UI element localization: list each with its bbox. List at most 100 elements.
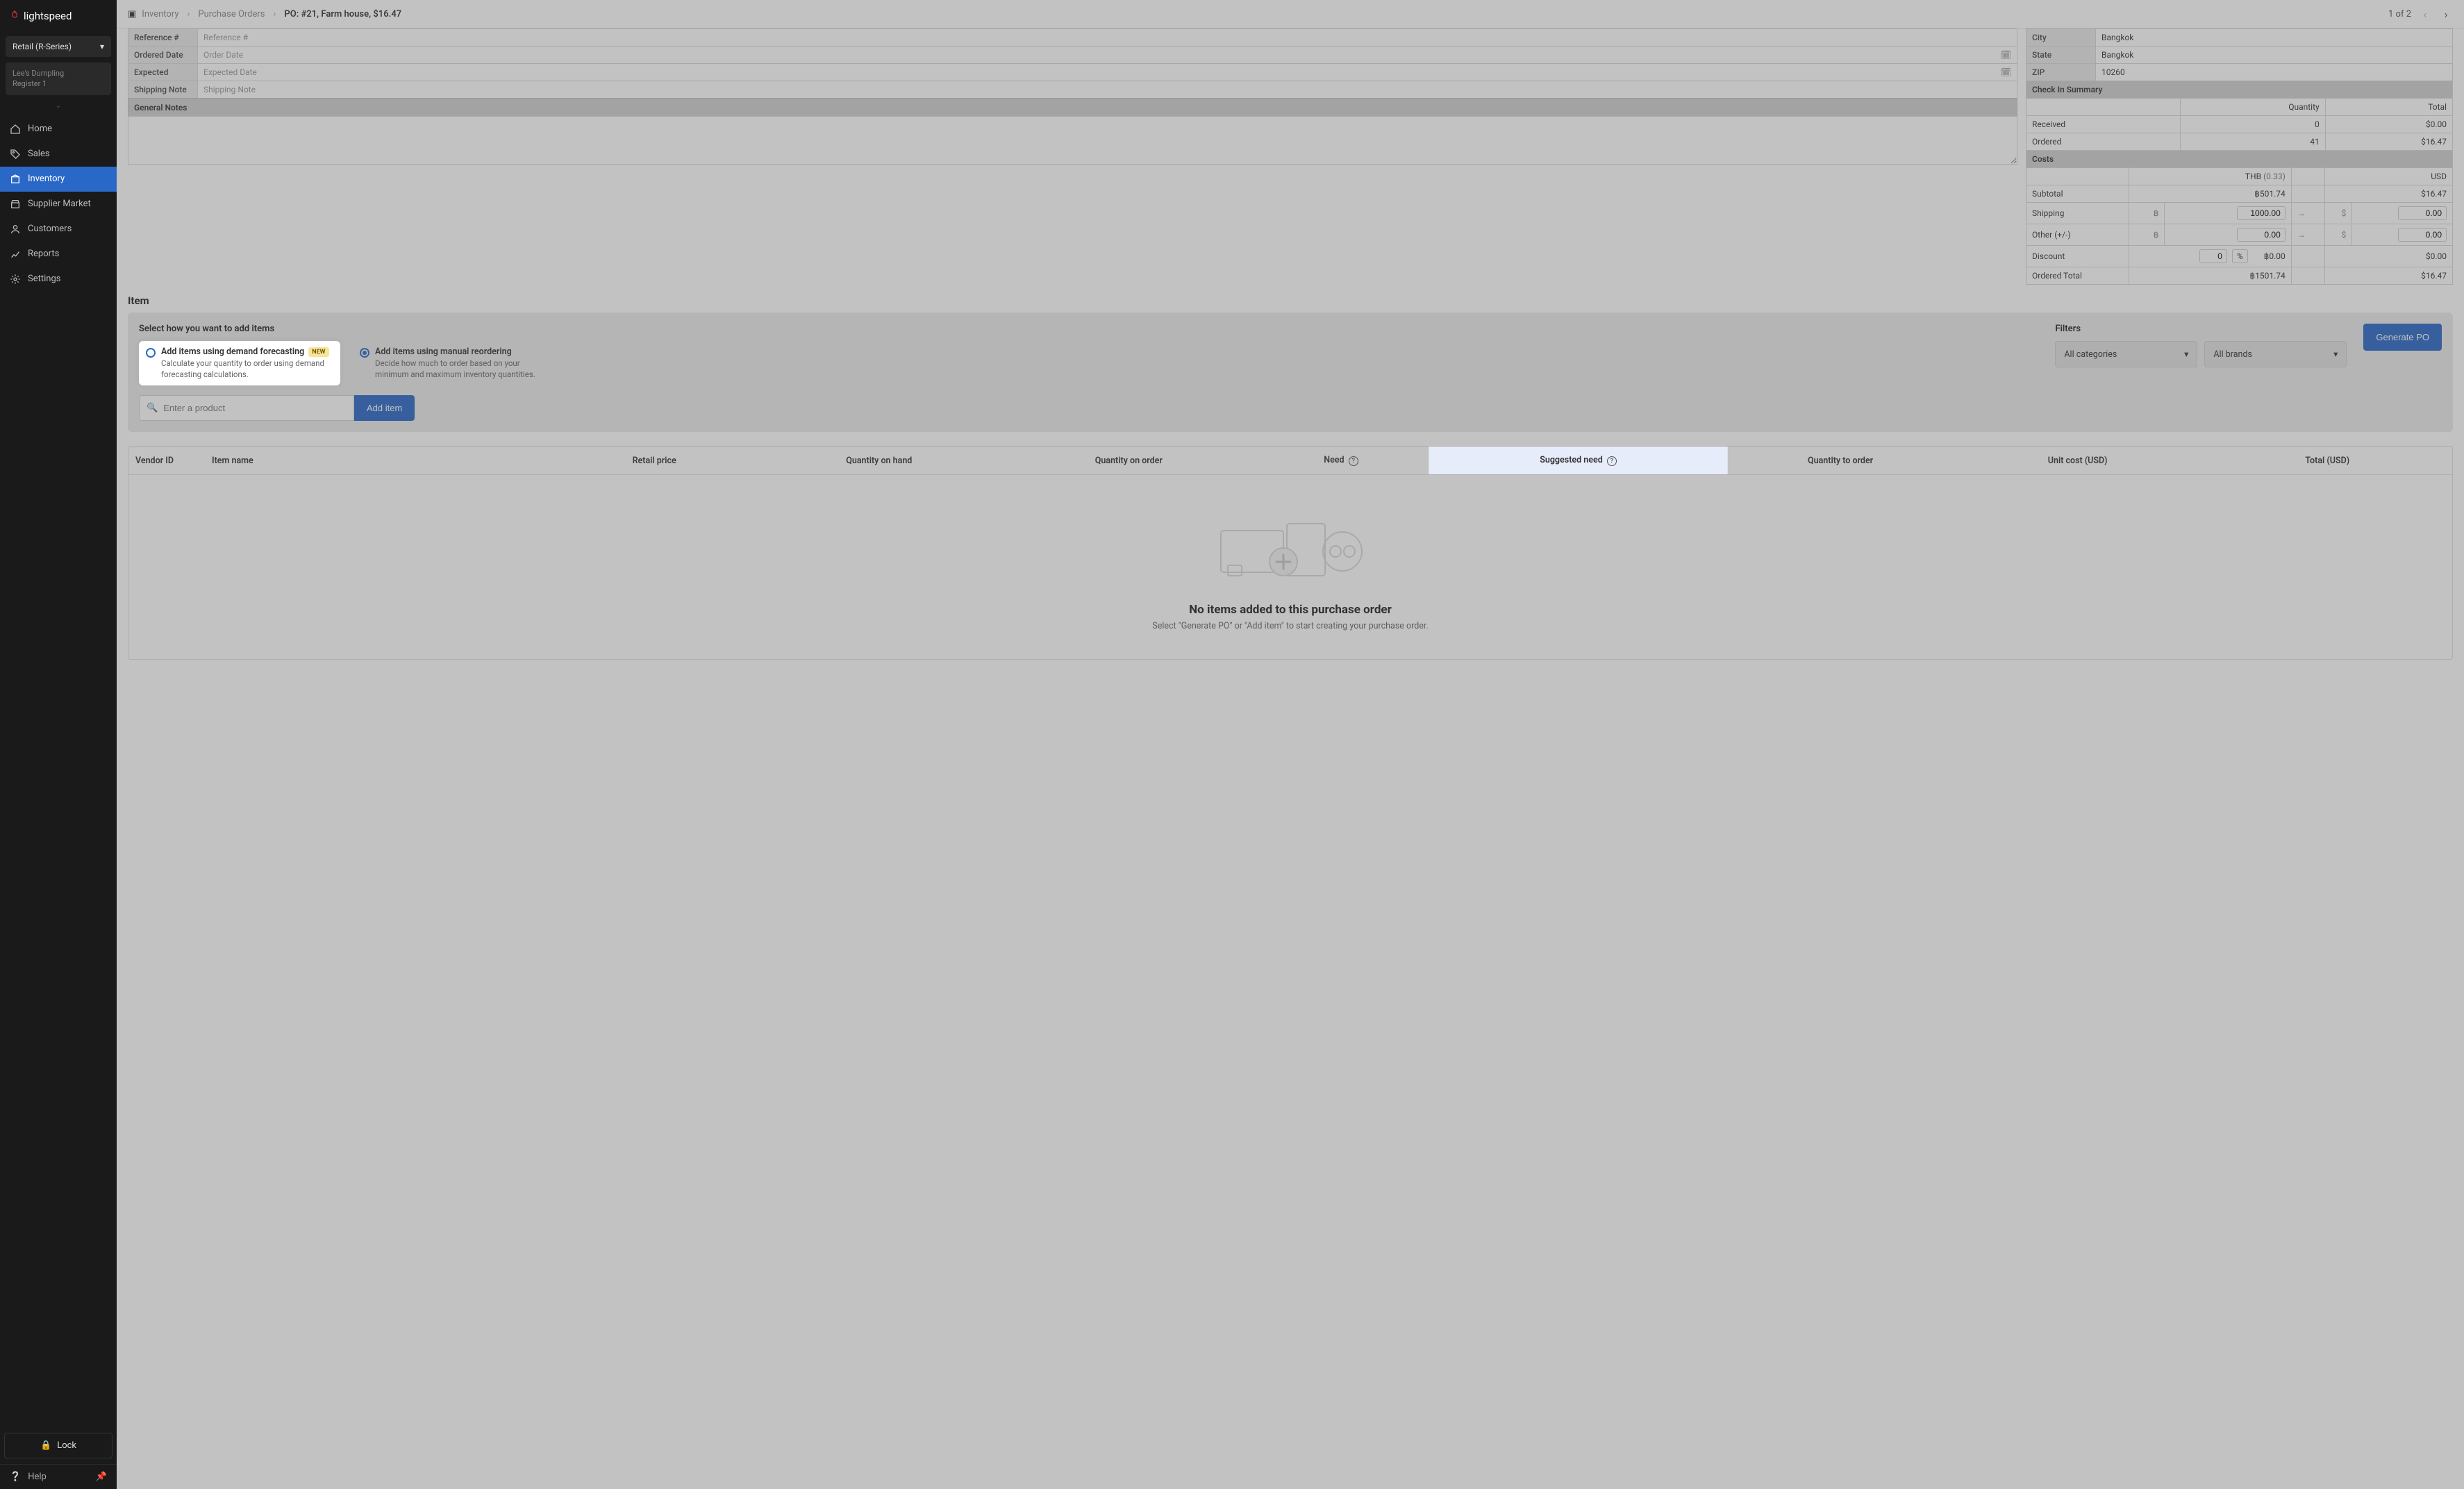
empty-subtitle: Select "Generate PO" or "Add item" to st… [142, 621, 2438, 631]
store-icon [10, 199, 21, 210]
ordered-date-placeholder: Order Date [203, 50, 243, 60]
item-panel: Select how you want to add items Add ite… [128, 313, 2453, 432]
categories-select-label: All categories [2064, 349, 2117, 360]
subtotal-label: Subtotal [2026, 185, 2129, 203]
discount-unit-select[interactable]: % [2232, 249, 2248, 263]
product-selector[interactable]: Retail (R-Series) ▾ [6, 36, 111, 57]
store-register-info[interactable]: Lee's Dumpling Register 1 [6, 63, 111, 95]
zip-value[interactable]: 10260 [2096, 64, 2453, 81]
brands-select[interactable]: All brands ▾ [2204, 341, 2347, 367]
expected-date-input[interactable]: Expected Date 🗓 [198, 64, 2017, 81]
brands-select-label: All brands [2213, 349, 2252, 360]
radio-demand-forecasting[interactable]: Add items using demand forecasting NEW C… [139, 341, 340, 385]
other-usd-input[interactable] [2398, 228, 2447, 242]
add-item-button[interactable]: Add item [354, 395, 415, 421]
col-qty-on-hand[interactable]: Quantity on hand [754, 447, 1004, 474]
tag-icon [10, 149, 21, 160]
product-search-input[interactable] [163, 396, 347, 420]
nav-home[interactable]: Home [0, 117, 117, 142]
col-vendor-id[interactable]: Vendor ID [128, 447, 205, 474]
select-how-label: Select how you want to add items [139, 324, 2038, 334]
breadcrumb-purchase-orders[interactable]: Purchase Orders [198, 9, 265, 19]
expected-date-placeholder: Expected Date [203, 67, 257, 77]
breadcrumb-inventory[interactable]: Inventory [142, 9, 178, 19]
help-label: Help [28, 1472, 47, 1482]
costs-usd-header: USD [2324, 168, 2452, 185]
help-icon[interactable]: ? [1607, 456, 1617, 466]
col-retail-price[interactable]: Retail price [554, 447, 754, 474]
shipping-thb-input[interactable] [2237, 206, 2286, 220]
shipping-note-placeholder: Shipping Note [203, 85, 256, 94]
nav-supplier-market[interactable]: Supplier Market [0, 192, 117, 217]
product-search[interactable]: 🔍 [139, 395, 354, 421]
other-thb-input[interactable] [2237, 228, 2286, 242]
chart-icon [10, 249, 21, 260]
nav-customers-label: Customers [28, 224, 72, 234]
state-value[interactable]: Bangkok [2096, 47, 2453, 64]
radio-icon [146, 348, 156, 358]
pager-next[interactable]: › [2439, 7, 2453, 21]
col-qty-on-order[interactable]: Quantity on order [1004, 447, 1254, 474]
col-need-label: Need [1324, 455, 1344, 465]
radio-manual-desc: Decide how much to order based on your m… [375, 358, 547, 380]
general-notes-header: General Notes [128, 98, 2017, 117]
shipping-label: Shipping [2026, 203, 2129, 224]
nav-sales-label: Sales [28, 149, 50, 159]
thb-symbol: ฿ [2129, 203, 2165, 224]
city-value[interactable]: Bangkok [2096, 29, 2453, 47]
arrow-icon: → [2291, 203, 2324, 224]
reference-input[interactable]: Reference # [198, 29, 2017, 47]
breadcrumb-icon: ▣ [128, 9, 136, 19]
po-prefix: PO: [284, 9, 299, 19]
nav-reports-label: Reports [28, 249, 59, 259]
ordered-date-input[interactable]: Order Date 🗓 [198, 47, 2017, 64]
chevron-down-icon: ▾ [2333, 349, 2338, 360]
help-icon[interactable]: ? [1349, 456, 1358, 466]
col-qty-to-order[interactable]: Quantity to order [1728, 447, 1953, 474]
radio-forecast-title: Add items using demand forecasting [161, 347, 304, 357]
store-name: Lee's Dumpling [13, 68, 104, 78]
lock-button[interactable]: 🔒 Lock [4, 1433, 113, 1458]
brand-logo: lightspeed [0, 0, 117, 32]
sidebar-collapse-toggle[interactable]: ⌄ [0, 99, 117, 117]
radio-manual-reordering[interactable]: Add items using manual reordering Decide… [353, 341, 554, 385]
shipping-usd-input[interactable] [2398, 206, 2447, 220]
discount-thb: ฿0.00 [2264, 251, 2286, 261]
discount-value-input[interactable] [2199, 249, 2227, 263]
categories-select[interactable]: All categories ▾ [2055, 341, 2197, 367]
col-unit-cost[interactable]: Unit cost (USD) [1953, 447, 2203, 474]
arrow-icon: → [2291, 224, 2324, 246]
checkin-col-qty: Quantity [2180, 99, 2325, 116]
costs-rate: (0.33) [2263, 172, 2286, 181]
col-total[interactable]: Total (USD) [2202, 447, 2452, 474]
shipping-note-input[interactable]: Shipping Note [198, 81, 2017, 99]
main: ▣ Inventory Purchase Orders PO: #21, Far… [117, 0, 2464, 1489]
ordered-date-label: Ordered Date [128, 47, 198, 64]
nav-settings[interactable]: Settings [0, 267, 117, 292]
pager-prev[interactable]: ‹ [2418, 7, 2432, 21]
nav-sales[interactable]: Sales [0, 142, 117, 167]
col-suggested-need[interactable]: Suggested need ? [1429, 447, 1728, 474]
costs-header: Costs [2026, 151, 2453, 168]
discount-usd: $0.00 [2324, 246, 2452, 267]
po-details-form: Reference # Reference # Ordered Date Ord… [128, 28, 2017, 99]
calendar-icon[interactable]: 🗓 [2001, 50, 2011, 60]
breadcrumb-sep [271, 9, 279, 19]
nav-reports[interactable]: Reports [0, 242, 117, 267]
city-label: City [2026, 29, 2096, 47]
col-item-name[interactable]: Item name [205, 447, 554, 474]
nav-inventory[interactable]: Inventory [0, 167, 117, 192]
general-notes-textarea[interactable] [128, 116, 2017, 165]
generate-po-button[interactable]: Generate PO [2363, 324, 2442, 351]
calendar-icon[interactable]: 🗓 [2001, 67, 2011, 77]
register-name: Register 1 [13, 78, 104, 89]
col-need[interactable]: Need ? [1254, 447, 1429, 474]
reference-label: Reference # [128, 29, 198, 47]
help-button[interactable]: ❔ Help 📌 [0, 1464, 117, 1489]
item-section-title: Item [128, 294, 2453, 307]
nav-customers[interactable]: Customers [0, 217, 117, 242]
expected-date-label: Expected [128, 64, 198, 81]
home-icon [10, 124, 21, 135]
pin-icon[interactable]: 📌 [96, 1472, 107, 1482]
flame-icon [10, 8, 19, 24]
